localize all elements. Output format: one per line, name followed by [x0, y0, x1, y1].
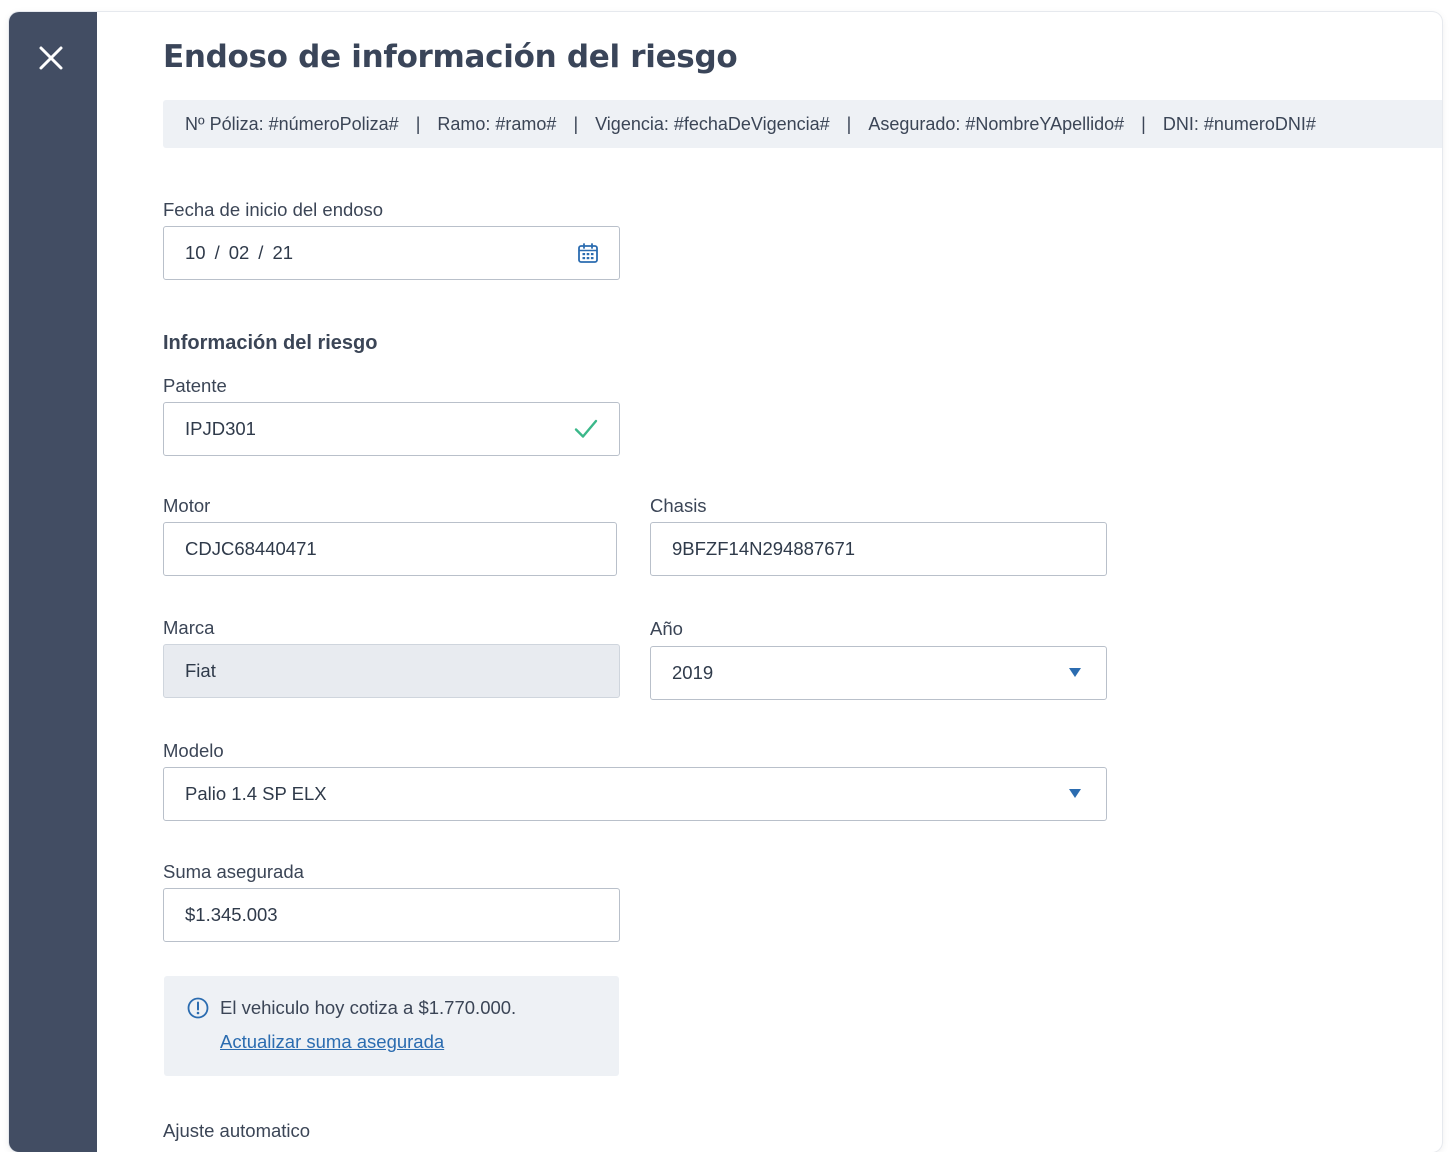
policy-dni: DNI: #numeroDNI#: [1162, 113, 1316, 134]
brand-label: Marca: [163, 617, 215, 638]
plate-label: Patente: [163, 375, 227, 396]
chassis-label: Chasis: [650, 495, 707, 516]
policy-validity: Vigencia: #fechaDeVigencia#: [595, 113, 830, 134]
model-dropdown-toggle[interactable]: [1069, 789, 1081, 799]
info-icon: [187, 997, 209, 1019]
calendar-button[interactable]: [577, 242, 599, 264]
separator: |: [415, 113, 421, 134]
date-year[interactable]: 21: [272, 242, 293, 264]
notice-text: El vehiculo hoy cotiza a $1.770.000.: [220, 997, 517, 1018]
engine-value: CDJC68440471: [185, 538, 317, 559]
year-dropdown-toggle[interactable]: [1069, 668, 1081, 678]
year-label: Año: [650, 618, 683, 639]
close-button[interactable]: [36, 43, 66, 73]
engine-input[interactable]: CDJC68440471: [163, 522, 617, 576]
date-separator: /: [214, 242, 220, 263]
close-icon: [39, 46, 63, 70]
year-select[interactable]: 2019: [650, 646, 1107, 700]
insured-sum-label: Suma asegurada: [163, 861, 304, 882]
separator: |: [846, 113, 852, 134]
plate-input[interactable]: IPJD301: [163, 402, 620, 456]
insured-sum-input[interactable]: $1.345.003: [163, 888, 620, 942]
modal-content: Endoso de información del riesgo Nº Póli…: [163, 12, 1442, 1152]
engine-label: Motor: [163, 495, 211, 516]
risk-section-title: Información del riesgo: [163, 332, 378, 354]
modal-sidebar: [9, 12, 97, 1152]
chassis-value: 9BFZF14N294887671: [672, 538, 856, 559]
separator: |: [573, 113, 579, 134]
separator: |: [1141, 113, 1146, 134]
policy-branch: Ramo: #ramo#: [437, 113, 557, 134]
caret-down-icon: [1069, 789, 1081, 798]
brand-value: Fiat: [185, 660, 216, 681]
policy-insured: Asegurado: #NombreYApellido#: [868, 113, 1125, 134]
update-insured-sum-link[interactable]: Actualizar suma asegurada: [220, 1031, 444, 1053]
model-value: Palio 1.4 SP ELX: [185, 783, 327, 804]
chassis-input[interactable]: 9BFZF14N294887671: [650, 522, 1107, 576]
valuation-notice: El vehiculo hoy cotiza a $1.770.000. Act…: [164, 976, 619, 1076]
date-separator: /: [258, 242, 264, 263]
start-date-label: Fecha de inicio del endoso: [163, 199, 384, 220]
page-title: Endoso de información del riesgo: [163, 39, 738, 75]
policy-number: Nº Póliza: #númeroPoliza#: [185, 113, 399, 134]
checkmark-icon: [574, 419, 598, 438]
endorsement-modal: Endoso de información del riesgo Nº Póli…: [9, 12, 1442, 1152]
model-label: Modelo: [163, 740, 224, 761]
start-date-field[interactable]: 10 / 02 / 21: [163, 226, 620, 280]
model-select[interactable]: Palio 1.4 SP ELX: [163, 767, 1107, 821]
auto-adjust-label: Ajuste automatico: [163, 1120, 311, 1141]
brand-input: Fiat: [163, 644, 620, 698]
insured-sum-value: $1.345.003: [185, 904, 278, 925]
policy-info-bar: Nº Póliza: #númeroPoliza# | Ramo: #ramo#…: [163, 100, 1442, 148]
plate-value: IPJD301: [185, 418, 256, 439]
date-month[interactable]: 02: [229, 242, 250, 264]
plate-valid-indicator: [573, 416, 599, 442]
year-value: 2019: [672, 662, 714, 683]
calendar-icon: [578, 243, 598, 263]
caret-down-icon: [1069, 668, 1081, 677]
date-day[interactable]: 10: [185, 242, 206, 264]
